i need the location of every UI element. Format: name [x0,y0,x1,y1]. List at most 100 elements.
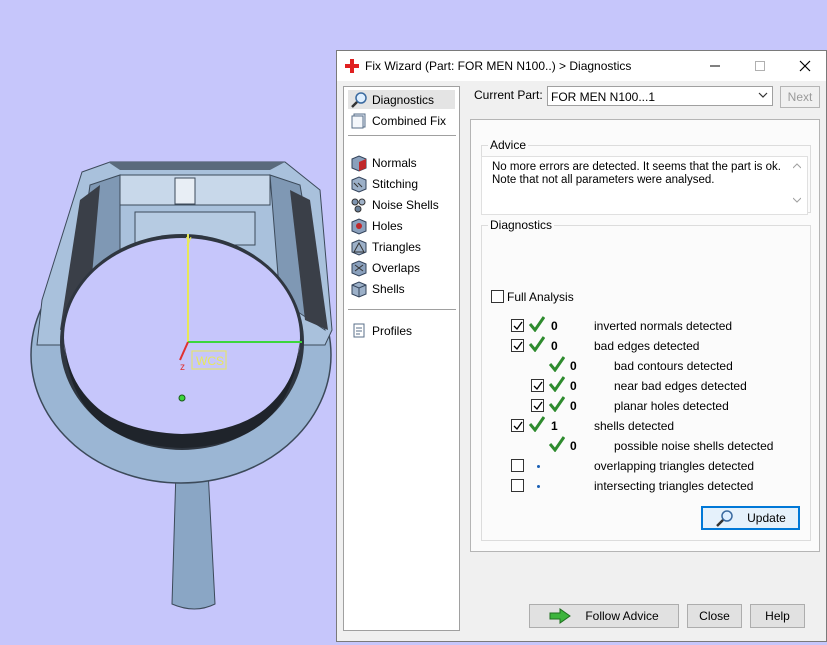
follow-advice-label: Follow Advice [585,609,659,623]
combined-fix-icon [351,113,366,128]
bad-edges-checkbox[interactable] [511,339,524,352]
nav-item-label: Profiles [372,323,413,338]
close-button[interactable]: Close [687,604,742,628]
nav-item-label: Shells [372,281,405,296]
current-part-select[interactable]: FOR MEN N100...1 [547,86,773,106]
diag-label: bad contours detected [614,359,733,373]
green-check-icon [549,376,565,392]
pending-dot-icon [537,485,540,488]
current-part-label: Current Part: [474,88,543,102]
nav-item-noise-shells[interactable]: Noise Shells [348,195,455,214]
help-button[interactable]: Help [750,604,805,628]
nav-item-label: Diagnostics [372,92,435,107]
checkmark-icon [513,341,523,351]
full-analysis-label: Full Analysis [507,290,574,304]
nav-item-holes[interactable]: Holes [348,216,455,235]
diag-label: possible noise shells detected [614,439,774,453]
shells-cube-icon [351,280,367,298]
close-window-button[interactable] [782,51,827,81]
diag-value: 1 [551,419,558,433]
window-title: Fix Wizard (Part: FOR MEN N100..) > Diag… [365,59,632,73]
follow-advice-button[interactable]: Follow Advice [529,604,679,628]
nav-item-triangles[interactable]: Triangles [348,237,455,256]
nav-item-label: Stitching [372,176,419,191]
advice-textbox[interactable]: No more errors are detected. It seems th… [481,156,808,215]
checkmark-icon [533,401,543,411]
shells-checkbox[interactable] [511,419,524,432]
nav-divider [348,309,456,310]
diag-label: overlapping triangles detected [594,459,755,473]
nav-item-combined-fix[interactable]: Combined Fix [348,111,455,130]
chevron-down-icon [758,92,768,98]
profiles-page-icon [353,323,365,337]
advice-text: No more errors are detected. It seems th… [492,161,781,186]
full-analysis-checkbox[interactable] [491,290,504,303]
nav-item-label: Overlaps [372,260,421,275]
nav-item-label: Holes [372,218,403,233]
nav-item-label: Noise Shells [372,197,439,212]
diag-value: 0 [551,319,558,333]
diagnostics-panel: Advice No more errors are detected. It s… [470,119,820,552]
next-button[interactable]: Next [780,86,820,108]
diag-label: near bad edges detected [614,379,747,393]
current-part-value: FOR MEN N100...1 [551,90,656,104]
scroll-down-icon[interactable] [793,197,801,203]
green-check-icon [529,416,545,432]
triangles-cube-icon [351,238,367,256]
green-arrow-icon [549,608,572,624]
update-label: Update [747,511,786,525]
green-check-icon [549,356,565,372]
planar-holes-checkbox[interactable] [531,399,544,412]
nav-item-label: Normals [372,155,417,170]
stitching-cube-icon [351,175,367,193]
intersecting-triangles-checkbox[interactable] [511,479,524,492]
close-icon [799,60,810,72]
checkmark-icon [513,321,523,331]
checkmark-icon [513,421,523,431]
diag-label: bad edges detected [594,339,700,353]
diag-value: 0 [570,439,577,453]
diag-label: planar holes detected [614,399,729,413]
axis-z-label: z [180,362,185,373]
green-check-icon [529,316,545,332]
noise-shells-icon [351,198,366,212]
diag-value: 0 [551,339,558,353]
advice-title: Advice [488,138,529,152]
maximize-icon [754,61,765,71]
diag-value: 0 [570,359,577,373]
diag-value: 0 [570,399,577,413]
overlaps-cube-icon [351,259,367,277]
diag-label: shells detected [594,419,675,433]
nav-divider [348,135,456,136]
magnifier-icon [351,91,367,108]
nav-item-overlaps[interactable]: Overlaps [348,258,455,277]
nav-item-label: Combined Fix [372,113,447,128]
diag-value: 0 [570,379,577,393]
normals-cube-icon [351,154,367,172]
maximize-button[interactable] [737,51,782,81]
nav-item-stitching[interactable]: Stitching [348,174,455,193]
scroll-up-icon[interactable] [793,163,801,169]
minimize-button[interactable] [692,51,737,81]
nav-item-normals[interactable]: Normals [348,153,455,172]
red-cross-icon [345,59,359,76]
title-bar[interactable]: Fix Wizard (Part: FOR MEN N100..) > Diag… [337,51,826,81]
axis-y-label: y [186,234,192,246]
overlapping-triangles-checkbox[interactable] [511,459,524,472]
green-check-icon [529,336,545,352]
green-check-icon [549,436,565,452]
nav-item-diagnostics[interactable]: Diagnostics [348,90,455,109]
near-bad-edges-checkbox[interactable] [531,379,544,392]
holes-cube-icon [351,217,367,235]
3d-viewport[interactable]: y WCS z [0,0,340,642]
nav-item-profiles[interactable]: Profiles [348,321,455,340]
green-check-icon [549,396,565,412]
minimize-icon [709,65,720,67]
nav-item-shells[interactable]: Shells [348,279,455,298]
diag-label: inverted normals detected [594,319,733,333]
wcs-label: WCS [196,354,224,368]
wizard-nav-list: Diagnostics Combined Fix Normals Stitchi… [343,86,460,631]
inverted-normals-checkbox[interactable] [511,319,524,332]
checkmark-icon [533,381,543,391]
update-button[interactable]: Update [701,506,800,530]
